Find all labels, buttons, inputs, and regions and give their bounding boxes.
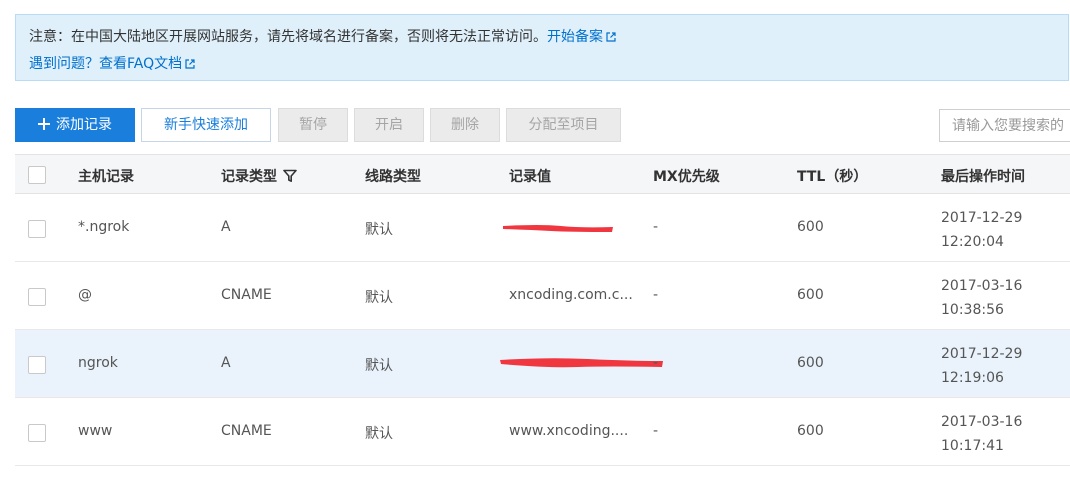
header-value: 记录值 bbox=[509, 169, 551, 185]
mx-cell: - bbox=[653, 423, 659, 439]
records-table: 主机记录 记录类型 线路类型 记录值 MX优先级 TTL（秒） 最后操作时间 *… bbox=[15, 154, 1070, 466]
select-all-checkbox[interactable] bbox=[28, 166, 46, 184]
row-checkbox[interactable] bbox=[28, 288, 46, 306]
header-type: 记录类型 bbox=[221, 166, 297, 186]
assign-project-button[interactable]: 分配至项目 bbox=[506, 108, 621, 142]
value-cell: www.xncoding.... bbox=[509, 423, 629, 439]
notice-banner: 注意：在中国大陆地区开展网站服务，请先将域名进行备案，否则将无法正常访问。开始备… bbox=[15, 14, 1069, 81]
clock-text: 10:38:56 bbox=[941, 302, 1004, 318]
quick-add-label: 新手快速添加 bbox=[164, 117, 248, 133]
external-link-icon bbox=[185, 59, 195, 69]
ttl-cell: 600 bbox=[797, 219, 824, 235]
host-cell: ngrok bbox=[78, 355, 118, 371]
notice-text: 注意：在中国大陆地区开展网站服务，请先将域名进行备案，否则将无法正常访问。 bbox=[29, 29, 547, 45]
enable-button[interactable]: 开启 bbox=[354, 108, 424, 142]
delete-button[interactable]: 删除 bbox=[430, 108, 500, 142]
table-row[interactable]: www CNAME 默认 www.xncoding.... - 600 2017… bbox=[15, 398, 1070, 466]
faq-link-label: 遇到问题？查看FAQ文档 bbox=[29, 56, 183, 72]
ttl-cell: 600 bbox=[797, 355, 824, 371]
delete-label: 删除 bbox=[451, 117, 479, 133]
filter-icon[interactable] bbox=[283, 169, 297, 183]
table-row[interactable]: *.ngrok A 默认 - 600 2017-12-29 12:20:04 bbox=[15, 194, 1070, 262]
assign-project-label: 分配至项目 bbox=[528, 117, 599, 133]
quick-add-button[interactable]: 新手快速添加 bbox=[141, 108, 271, 142]
redaction-mark bbox=[503, 225, 613, 232]
table-row[interactable]: @ CNAME 默认 xncoding.com.c... - 600 2017-… bbox=[15, 262, 1070, 330]
table-row[interactable]: ngrok A 默认 - 600 2017-12-29 12:19:06 bbox=[15, 330, 1070, 398]
header-mx: MX优先级 bbox=[653, 169, 720, 185]
line-cell: 默认 bbox=[365, 426, 393, 442]
plus-icon bbox=[38, 118, 50, 130]
table-header: 主机记录 记录类型 线路类型 记录值 MX优先级 TTL（秒） 最后操作时间 bbox=[15, 154, 1070, 194]
header-line: 线路类型 bbox=[365, 169, 421, 185]
line-cell: 默认 bbox=[365, 290, 393, 306]
type-cell: A bbox=[221, 355, 231, 371]
time-cell: 2017-03-16 10:38:56 bbox=[941, 274, 1022, 322]
notice-line-1: 注意：在中国大陆地区开展网站服务，请先将域名进行备案，否则将无法正常访问。开始备… bbox=[29, 26, 616, 46]
dns-records-page: 注意：在中国大陆地区开展网站服务，请先将域名进行备案，否则将无法正常访问。开始备… bbox=[0, 0, 1070, 482]
header-ttl: TTL（秒） bbox=[797, 169, 868, 185]
faq-link[interactable]: 遇到问题？查看FAQ文档 bbox=[29, 56, 195, 72]
mx-cell: - bbox=[653, 287, 659, 303]
type-cell: A bbox=[221, 219, 231, 235]
date-text: 2017-12-29 bbox=[941, 346, 1023, 362]
pause-button[interactable]: 暂停 bbox=[278, 108, 348, 142]
host-cell: *.ngrok bbox=[78, 219, 130, 235]
start-filing-link-label: 开始备案 bbox=[547, 29, 603, 45]
clock-text: 12:19:06 bbox=[941, 370, 1004, 386]
time-cell: 2017-03-16 10:17:41 bbox=[941, 410, 1022, 458]
clock-text: 12:20:04 bbox=[941, 234, 1004, 250]
row-checkbox[interactable] bbox=[28, 424, 46, 442]
enable-label: 开启 bbox=[375, 117, 403, 133]
date-text: 2017-03-16 bbox=[941, 278, 1023, 294]
line-cell: 默认 bbox=[365, 358, 393, 374]
add-record-button[interactable]: 添加记录 bbox=[15, 108, 135, 142]
header-host: 主机记录 bbox=[78, 169, 134, 185]
ttl-cell: 600 bbox=[797, 287, 824, 303]
notice-line-2: 遇到问题？查看FAQ文档 bbox=[29, 53, 195, 73]
host-cell: www bbox=[78, 423, 113, 439]
external-link-icon bbox=[606, 32, 616, 42]
clock-text: 10:17:41 bbox=[941, 438, 1004, 454]
start-filing-link[interactable]: 开始备案 bbox=[547, 29, 616, 45]
date-text: 2017-12-29 bbox=[941, 210, 1023, 226]
host-cell: @ bbox=[78, 287, 92, 303]
mx-cell: - bbox=[653, 219, 659, 235]
pause-label: 暂停 bbox=[299, 117, 327, 133]
row-checkbox[interactable] bbox=[28, 356, 46, 374]
date-text: 2017-03-16 bbox=[941, 414, 1023, 430]
row-checkbox[interactable] bbox=[28, 220, 46, 238]
search-input[interactable] bbox=[939, 109, 1070, 142]
add-record-label: 添加记录 bbox=[56, 117, 112, 133]
type-cell: CNAME bbox=[221, 423, 272, 439]
value-cell: xncoding.com.c... bbox=[509, 287, 633, 303]
header-type-label: 记录类型 bbox=[221, 169, 277, 185]
mx-cell: - bbox=[653, 355, 659, 371]
line-cell: 默认 bbox=[365, 222, 393, 238]
time-cell: 2017-12-29 12:19:06 bbox=[941, 342, 1022, 390]
type-cell: CNAME bbox=[221, 287, 272, 303]
header-time: 最后操作时间 bbox=[941, 169, 1025, 185]
redaction-mark bbox=[500, 358, 663, 368]
time-cell: 2017-12-29 12:20:04 bbox=[941, 206, 1022, 254]
ttl-cell: 600 bbox=[797, 423, 824, 439]
